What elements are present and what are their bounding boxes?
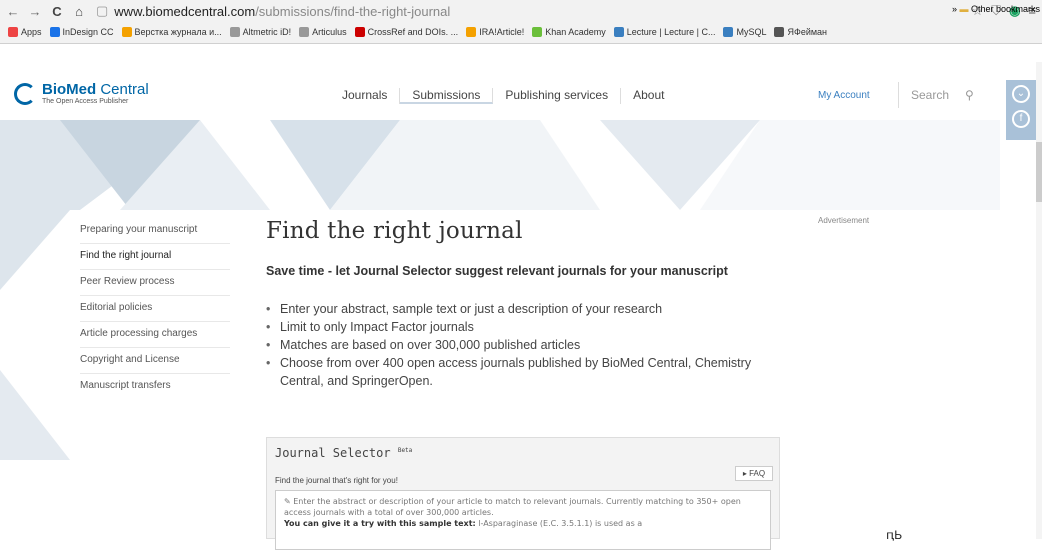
bookmark-icon — [774, 27, 785, 37]
textarea-placeholder: ✎ Enter the abstract or description of y… — [284, 497, 741, 517]
logo-icon — [14, 82, 36, 105]
bookmark-label: Верстка журнала и... — [134, 27, 222, 37]
bookmark-icon — [466, 27, 477, 37]
bookmark-item[interactable]: Khan Academy — [532, 27, 606, 37]
sidebar-item-peer-review[interactable]: Peer Review process — [80, 270, 230, 296]
reload-icon[interactable]: C — [48, 4, 66, 19]
bookmark-icon — [613, 27, 624, 37]
bookmark-label: Apps — [21, 27, 42, 37]
page-icon: ▢ — [96, 3, 109, 18]
journal-selector: Journal Selector Beta Find the journal t… — [266, 437, 780, 550]
site-header: BioMed Central The Open Access Publisher… — [0, 80, 1042, 120]
logo-tagline: The Open Access Publisher — [42, 98, 129, 105]
facebook-icon[interactable]: f — [1012, 110, 1030, 128]
bookmark-icon — [229, 27, 240, 37]
bookmark-item[interactable]: Articulus — [299, 27, 347, 37]
bookmark-item[interactable]: Верстка журнала и... — [121, 27, 222, 37]
sidebar-item-transfers[interactable]: Manuscript transfers — [80, 374, 230, 400]
url-path: /submissions/find-the-right-journal — [255, 3, 451, 19]
forward-icon[interactable]: → — [26, 4, 44, 19]
bookmark-label: ЯФейман — [787, 27, 828, 37]
bookmark-label: IRA!Article! — [479, 27, 525, 37]
sidebar-item-copyright[interactable]: Copyright and License — [80, 348, 230, 374]
feature-list: Enter your abstract, sample text or just… — [266, 300, 786, 390]
bookmark-icon — [723, 27, 734, 37]
sidebar-item-preparing[interactable]: Preparing your manuscript — [80, 218, 230, 244]
sample-label: You can give it a try with this sample t… — [284, 519, 476, 528]
back-icon[interactable]: ← — [4, 4, 22, 19]
journal-selector-subtitle: Find the journal that's right for you! — [275, 476, 398, 485]
nav-about[interactable]: About — [621, 88, 676, 104]
bookmark-item[interactable]: Lecture | Lecture | C... — [613, 27, 716, 37]
search-icon[interactable]: ⚲ — [965, 88, 974, 102]
journal-selector-title: Journal Selector Beta — [275, 446, 413, 460]
beta-badge: Beta — [397, 447, 413, 454]
bookmark-item[interactable]: MySQL — [723, 27, 766, 37]
bookmark-label: InDesign CC — [62, 27, 114, 37]
list-item: Enter your abstract, sample text or just… — [266, 300, 786, 318]
address-bar[interactable]: ▢ www.biomedcentral.com/submissions/find… — [96, 3, 450, 19]
bookmark-icon — [354, 27, 365, 37]
browser-chrome: ← → C ⌂ ▢ www.biomedcentral.com/submissi… — [0, 0, 1042, 44]
nav-journals[interactable]: Journals — [330, 88, 401, 104]
sample-text: l-Asparaginase (E.C. 3.5.1.1) is used as… — [475, 519, 643, 528]
logo-rest: Central — [96, 81, 149, 98]
bottom-mark: ԥЬ — [886, 528, 903, 542]
hero-graphic — [0, 120, 1000, 210]
bookmark-item[interactable]: ЯФейман — [774, 27, 827, 37]
sidebar-item-apc[interactable]: Article processing charges — [80, 322, 230, 348]
url-domain: www.biomedcentral.com — [114, 3, 256, 19]
faq-button[interactable]: ▸ FAQ — [735, 466, 773, 481]
scrollbar[interactable] — [1036, 62, 1042, 539]
bookmark-item[interactable]: CrossRef and DOIs. ... — [354, 27, 459, 37]
social-sidebar: ⌄ f — [1006, 80, 1036, 140]
abstract-textarea[interactable]: ✎ Enter the abstract or description of y… — [275, 490, 771, 550]
bookmark-label: Khan Academy — [545, 27, 606, 37]
biomed-logo[interactable]: BioMed Central The Open Access Publisher — [14, 82, 149, 105]
lead-text: Save time - let Journal Selector suggest… — [266, 264, 728, 278]
top-nav: Journals Submissions Publishing services… — [330, 88, 676, 104]
address-row: ← → C ⌂ ▢ www.biomedcentral.com/submissi… — [0, 0, 1042, 22]
bookmark-icon — [8, 27, 18, 37]
bookmark-item[interactable]: InDesign CC — [49, 27, 114, 37]
bookmark-label: Lecture | Lecture | C... — [626, 27, 716, 37]
home-icon[interactable]: ⌂ — [70, 4, 88, 19]
bookmark-label: CrossRef and DOIs. ... — [367, 27, 459, 37]
advertisement-label: Advertisement — [818, 216, 870, 225]
bookmark-icon — [121, 27, 132, 37]
sidebar-nav: Preparing your manuscript Find the right… — [80, 218, 230, 400]
bookmark-item[interactable]: Apps — [8, 27, 42, 37]
logo-bold: BioMed — [42, 81, 97, 98]
bookmark-item[interactable]: Altmetric iD! — [229, 27, 292, 37]
main-content: Find the right journal Save time - let J… — [266, 218, 786, 390]
left-decoration — [0, 210, 70, 460]
other-bookmarks[interactable]: » ▬ Other bookmarks — [952, 4, 1040, 14]
search-placeholder: Search — [911, 88, 950, 102]
sidebar-item-find-journal[interactable]: Find the right journal — [80, 244, 230, 270]
my-account-link[interactable]: My Account — [818, 90, 870, 101]
bookmark-label: Articulus — [312, 27, 347, 37]
bookmarks-bar: Apps InDesign CC Верстка журнала и... Altme… — [0, 22, 1042, 42]
bookmark-label: Altmetric iD! — [242, 27, 292, 37]
list-item: Matches are based on over 300,000 publis… — [266, 336, 786, 354]
chevron-down-icon[interactable]: ⌄ — [1012, 85, 1030, 103]
page-title: Find the right journal — [266, 218, 523, 244]
nav-submissions[interactable]: Submissions — [400, 88, 494, 104]
list-item: Choose from over 400 open access journal… — [266, 354, 786, 390]
sidebar-item-editorial[interactable]: Editorial policies — [80, 296, 230, 322]
bookmark-icon — [49, 27, 60, 37]
bookmark-icon — [299, 27, 310, 37]
bookmark-label: MySQL — [736, 27, 767, 37]
list-item: Limit to only Impact Factor journals — [266, 318, 786, 336]
bookmark-item[interactable]: IRA!Article! — [466, 27, 524, 37]
search-input[interactable]: Search ⚲ — [898, 82, 994, 108]
nav-publishing-services[interactable]: Publishing services — [493, 88, 622, 104]
bookmark-icon — [532, 27, 543, 37]
